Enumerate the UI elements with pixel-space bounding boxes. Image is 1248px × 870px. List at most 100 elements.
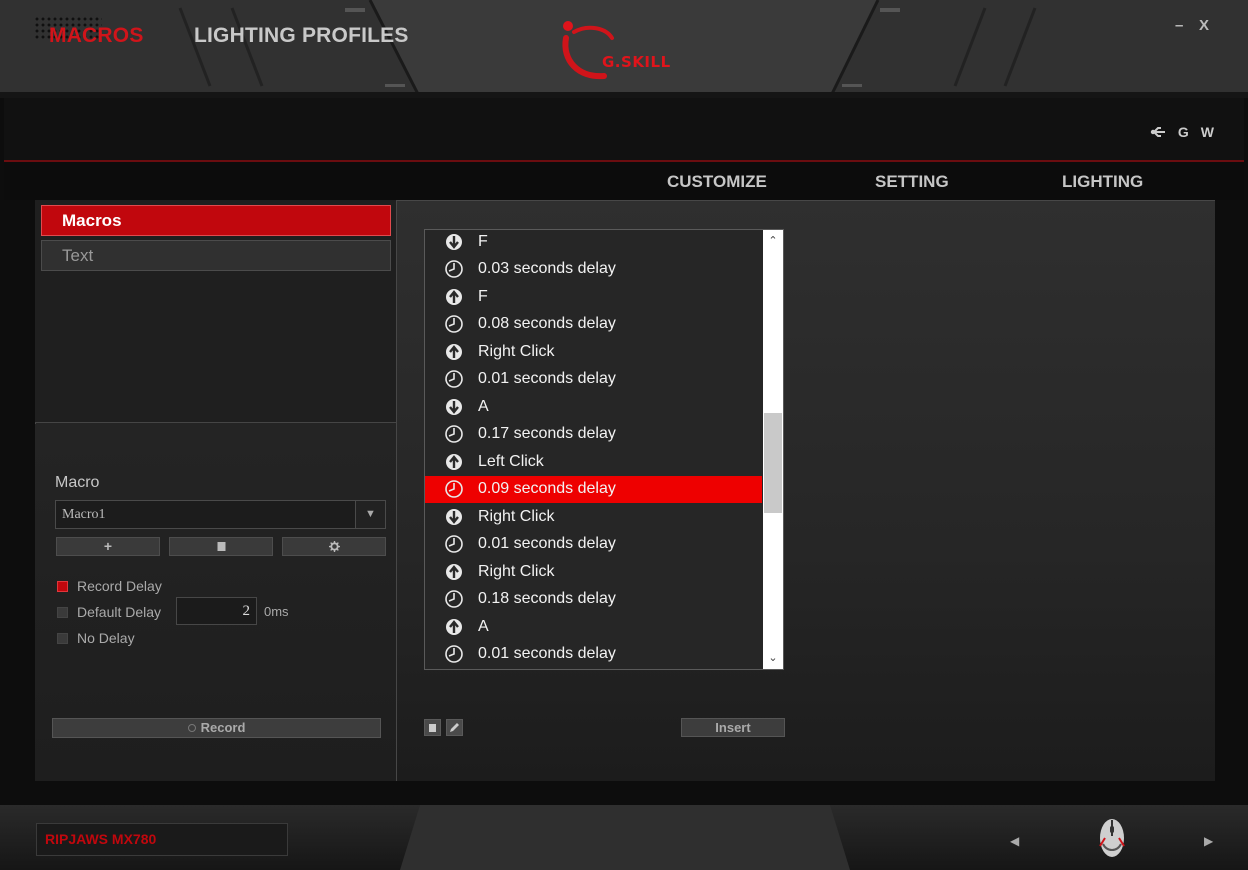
list-item[interactable]: 0.17 seconds delay	[425, 421, 762, 448]
category-text[interactable]: Text	[41, 240, 391, 271]
event-label: 0.01 seconds delay	[478, 370, 616, 387]
key-up-icon	[446, 563, 462, 580]
event-label: A	[478, 397, 489, 415]
list-item[interactable]: A	[425, 613, 762, 640]
list-scrollbar[interactable]: ⌃ ⌄	[763, 230, 783, 669]
mouse-device-icon[interactable]	[1097, 816, 1127, 860]
tab-customize[interactable]: CUSTOMIZE	[667, 172, 767, 192]
scroll-up-icon[interactable]: ⌃	[763, 232, 783, 250]
close-button[interactable]: X	[1199, 17, 1209, 34]
list-item[interactable]: 0.01 seconds delay	[425, 366, 762, 393]
edit-event-button[interactable]	[446, 719, 463, 736]
key-up-icon	[446, 288, 462, 305]
default-delay-checkbox[interactable]	[57, 606, 68, 618]
plus-icon: +	[103, 538, 113, 554]
key-up-icon	[446, 343, 462, 360]
event-label: Right Click	[478, 562, 555, 580]
pencil-icon	[450, 723, 459, 732]
record-label: Record	[200, 720, 246, 735]
scroll-down-icon[interactable]: ⌄	[763, 649, 783, 667]
dropdown-arrow-icon[interactable]: ▼	[355, 501, 385, 528]
record-delay-label: Record Delay	[77, 578, 162, 594]
tab-setting[interactable]: SETTING	[875, 172, 949, 192]
next-device-icon[interactable]: ▶	[1204, 834, 1213, 848]
svg-text:G.SKILL: G.SKILL	[602, 53, 671, 71]
default-delay-label: Default Delay	[77, 604, 162, 620]
list-item[interactable]: F	[425, 283, 762, 310]
macro-select[interactable]: Macro1 ▼	[55, 500, 386, 529]
record-delay-checkbox[interactable]	[57, 580, 68, 592]
key-down-icon	[446, 233, 462, 250]
event-label: 0.09 seconds delay	[478, 480, 616, 497]
sub-nav	[4, 162, 1244, 200]
default-delay-input[interactable]: 2	[176, 597, 257, 625]
delete-macro-button[interactable]	[169, 537, 273, 556]
delete-event-button[interactable]	[424, 719, 441, 736]
clock-icon	[445, 425, 463, 443]
event-label: 0.03 seconds delay	[478, 260, 616, 277]
usb-icon[interactable]	[1150, 127, 1166, 137]
event-label: 0.17 seconds delay	[478, 425, 616, 442]
tab-macros[interactable]: MACROS	[49, 24, 144, 48]
event-label: F	[478, 232, 488, 250]
minimize-button[interactable]: –	[1175, 17, 1183, 34]
event-label: 0.08 seconds delay	[478, 315, 616, 332]
list-item[interactable]: 0.08 seconds delay	[425, 311, 762, 338]
macro-settings-button[interactable]	[282, 537, 386, 556]
add-macro-button[interactable]: +	[56, 537, 160, 556]
trash-icon	[217, 542, 225, 551]
clock-icon	[445, 590, 463, 608]
prev-device-icon[interactable]: ◀	[1010, 834, 1019, 848]
no-delay-label: No Delay	[77, 630, 135, 646]
device-name: RIPJAWS MX780	[36, 823, 288, 856]
list-item[interactable]: Left Click	[425, 448, 762, 475]
scrollbar-thumb[interactable]	[764, 413, 782, 513]
list-item[interactable]: Right Click	[425, 503, 762, 530]
list-item[interactable]: 0.03 seconds delay	[425, 256, 762, 283]
no-delay-checkbox[interactable]	[57, 632, 68, 644]
event-label: A	[478, 617, 489, 635]
clock-icon	[445, 260, 463, 278]
clock-icon	[445, 480, 463, 498]
trash-icon	[429, 724, 436, 732]
no-delay-option[interactable]: No Delay	[57, 630, 135, 646]
tab-lighting-profiles[interactable]: LIGHTING PROFILES	[194, 24, 409, 48]
insert-button[interactable]: Insert	[681, 718, 785, 737]
list-item[interactable]: Right Click	[425, 558, 762, 585]
gskill-logo: G.SKILL	[562, 21, 671, 80]
default-delay-option[interactable]: Default Delay	[57, 604, 161, 620]
event-label: 0.01 seconds delay	[478, 535, 616, 552]
nav-right-icons: G W	[1150, 124, 1214, 140]
gear-icon	[328, 541, 340, 552]
event-label: 0.01 seconds delay	[478, 645, 616, 662]
event-label: F	[478, 287, 488, 305]
tab-lighting[interactable]: LIGHTING	[1062, 172, 1143, 192]
event-label: Right Click	[478, 507, 555, 525]
event-label: Right Click	[478, 342, 555, 360]
category-macros[interactable]: Macros	[41, 205, 391, 236]
macro-event-list[interactable]: F 0.03 seconds delay F 0.08 seconds delay Ri…	[424, 229, 784, 670]
list-item[interactable]: 0.01 seconds delay	[425, 531, 762, 558]
list-item[interactable]: F	[425, 230, 762, 255]
record-delay-option[interactable]: Record Delay	[57, 578, 162, 594]
list-item[interactable]: Right Click	[425, 338, 762, 365]
event-label: Left Click	[478, 452, 544, 470]
list-item[interactable]: 0.18 seconds delay	[425, 586, 762, 613]
list-item[interactable]: 0.01 seconds delay	[425, 641, 762, 668]
macro-select-value: Macro1	[62, 507, 106, 522]
list-item[interactable]: 0.09 seconds delay	[425, 475, 762, 503]
record-button[interactable]: Record	[52, 718, 381, 738]
key-down-icon	[446, 508, 462, 525]
g-button[interactable]: G	[1178, 124, 1189, 140]
clock-icon	[445, 370, 463, 388]
category-list: Macros Text	[35, 200, 396, 423]
delay-unit-label: 0ms	[264, 604, 289, 619]
key-up-icon	[446, 618, 462, 635]
clock-icon	[445, 315, 463, 333]
clock-icon	[445, 535, 463, 553]
macro-sidebar: Macros Text Macro Macro1 ▼ + Record Dela…	[35, 200, 397, 781]
clock-icon	[445, 645, 463, 663]
list-item[interactable]: A	[425, 393, 762, 420]
w-button[interactable]: W	[1201, 124, 1214, 140]
record-icon	[187, 724, 196, 732]
